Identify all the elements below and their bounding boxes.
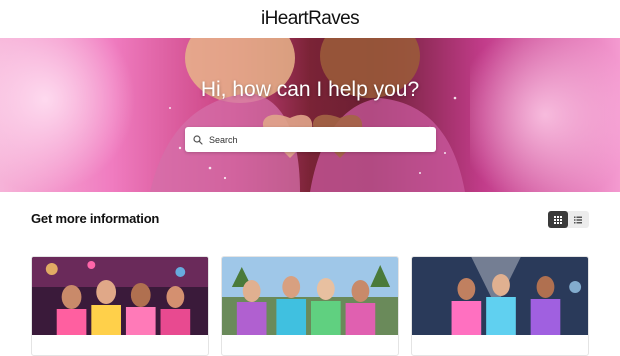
hero-title: Hi, how can I help you?: [200, 78, 420, 101]
info-card[interactable]: [221, 256, 399, 356]
site-logo[interactable]: iHeartRaves: [261, 8, 360, 30]
hero-image: [0, 38, 620, 192]
info-card[interactable]: [411, 256, 589, 356]
site-header: iHeartRaves: [0, 0, 620, 38]
info-card[interactable]: [31, 256, 209, 356]
search-box[interactable]: [185, 127, 436, 152]
view-toggle: [548, 211, 589, 228]
hero-banner: Hi, how can I help you?: [0, 38, 620, 192]
card-image: [32, 257, 208, 335]
card-image: [222, 257, 398, 335]
list-view-icon: [574, 216, 582, 223]
search-icon: [193, 134, 203, 145]
list-view-button[interactable]: [568, 211, 588, 228]
grid-view-icon: [554, 215, 562, 224]
card-image: [412, 257, 588, 335]
grid-view-button[interactable]: [548, 211, 568, 228]
search-input[interactable]: [209, 134, 429, 145]
section-title: Get more information: [31, 211, 160, 226]
